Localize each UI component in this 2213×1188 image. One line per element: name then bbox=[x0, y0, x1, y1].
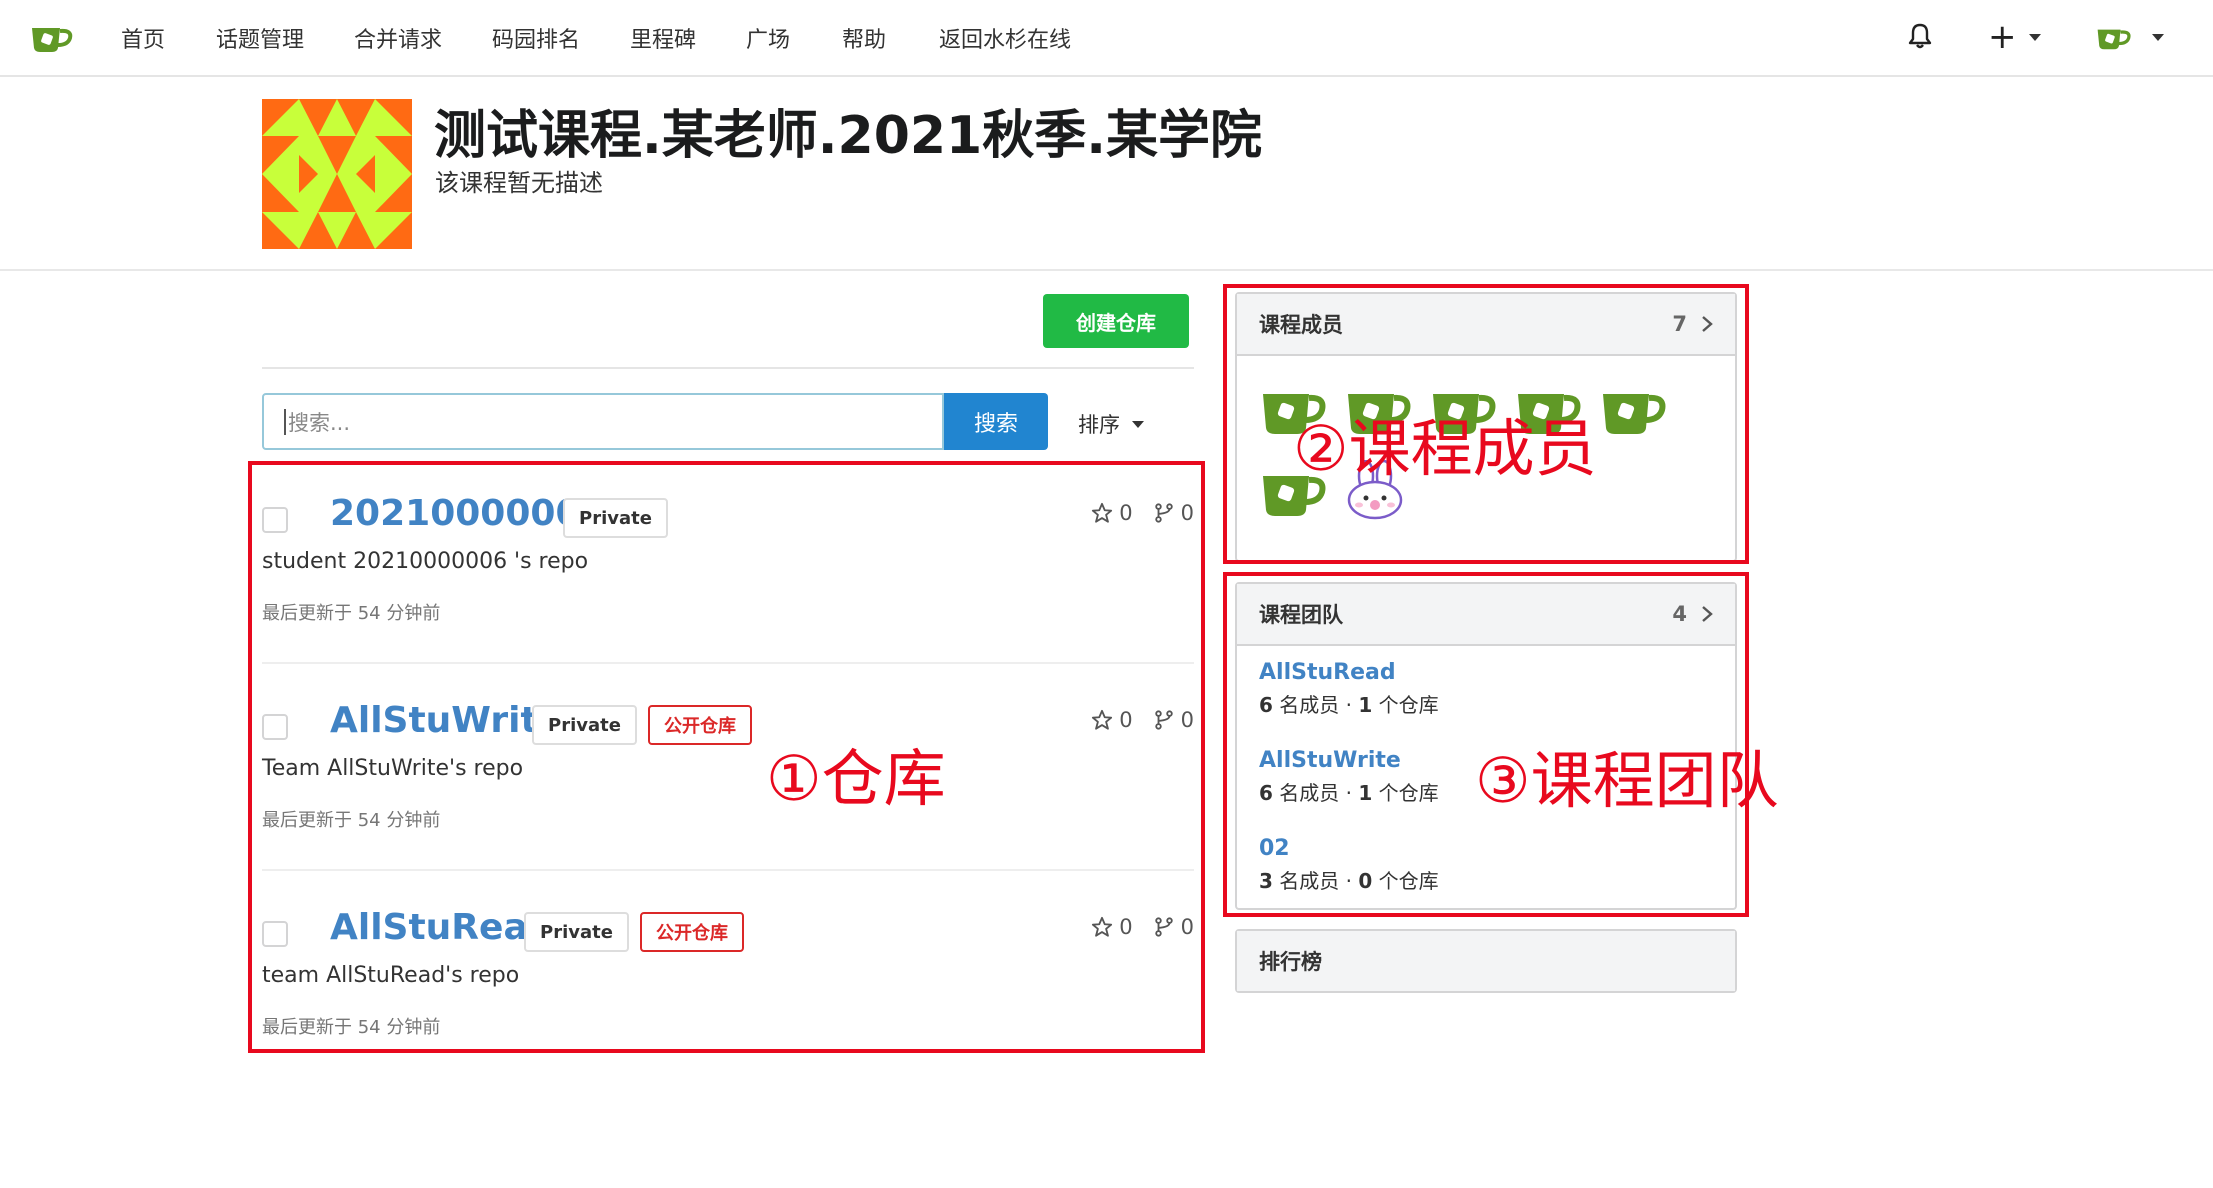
search-button[interactable]: 搜索 bbox=[944, 393, 1048, 450]
nav-pull-requests[interactable]: 合并请求 bbox=[354, 22, 442, 54]
nav-home[interactable]: 首页 bbox=[121, 22, 165, 54]
bell-icon[interactable] bbox=[1907, 22, 1933, 50]
chevron-down-icon bbox=[1132, 420, 1144, 428]
annotation-label-teams: ③课程团队 bbox=[1475, 744, 1779, 817]
gitea-logo-icon[interactable] bbox=[30, 20, 74, 54]
nav-milestones[interactable]: 里程碑 bbox=[630, 22, 696, 54]
sort-dropdown[interactable]: 排序 bbox=[1078, 409, 1144, 439]
sort-label: 排序 bbox=[1078, 413, 1120, 437]
panel-header[interactable]: 排行榜 bbox=[1237, 931, 1735, 991]
chevron-down-icon bbox=[2028, 33, 2041, 41]
user-avatar-icon bbox=[2097, 29, 2131, 50]
panel-title: 排行榜 bbox=[1259, 950, 1322, 974]
create-menu[interactable]: + bbox=[1988, 20, 2041, 54]
divider bbox=[262, 367, 1194, 369]
create-repo-button[interactable]: 创建仓库 bbox=[1043, 294, 1189, 348]
course-description: 该课程暂无描述 bbox=[435, 169, 603, 197]
nav-back-to-shuishan[interactable]: 返回水杉在线 bbox=[939, 22, 1071, 54]
chevron-down-icon bbox=[2152, 33, 2164, 41]
search-placeholder: 搜索... bbox=[288, 410, 351, 435]
nav-plaza[interactable]: 广场 bbox=[746, 22, 790, 54]
course-title: 测试课程.某老师.2021秋季.某学院 bbox=[434, 106, 1262, 166]
annotation-label-members: ②课程成员 bbox=[1293, 412, 1597, 485]
annotation-label-repos: ①仓库 bbox=[766, 742, 946, 815]
plus-icon: + bbox=[1988, 17, 2017, 57]
nav-code-ranking[interactable]: 码园排名 bbox=[492, 22, 580, 54]
ranking-panel: 排行榜 bbox=[1235, 929, 1737, 993]
nav-help[interactable]: 帮助 bbox=[842, 22, 886, 54]
text-cursor bbox=[284, 408, 286, 435]
course-avatar-image bbox=[262, 99, 412, 249]
user-menu[interactable] bbox=[2096, 20, 2164, 54]
course-header: 测试课程.某老师.2021秋季.某学院 该课程暂无描述 bbox=[0, 77, 2213, 271]
search-input[interactable]: 搜索... bbox=[262, 393, 944, 450]
annotation-box-repos bbox=[248, 461, 1205, 1053]
top-navbar: 首页 话题管理 合并请求 码园排名 里程碑 广场 帮助 返回水杉在线 + bbox=[0, 0, 2213, 77]
nav-topic-management[interactable]: 话题管理 bbox=[216, 22, 304, 54]
